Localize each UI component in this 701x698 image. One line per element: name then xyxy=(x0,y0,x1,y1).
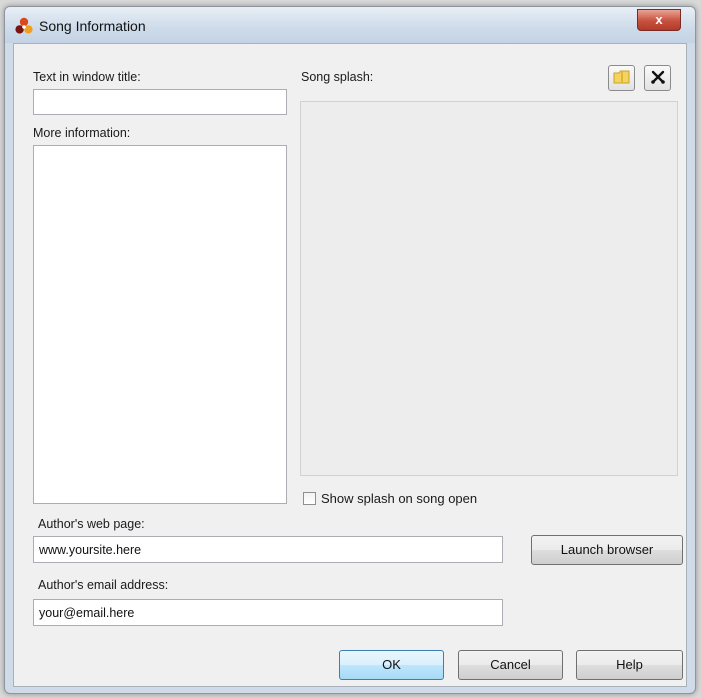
ok-button[interactable]: OK xyxy=(339,650,444,680)
help-button[interactable]: Help xyxy=(576,650,683,680)
browse-splash-button[interactable] xyxy=(608,65,635,91)
launch-browser-button[interactable]: Launch browser xyxy=(531,535,683,565)
author-web-page-label: Author's web page: xyxy=(38,517,145,531)
song-splash-preview[interactable] xyxy=(300,101,678,476)
more-information-label: More information: xyxy=(33,126,131,140)
window-title: Song Information xyxy=(39,18,146,34)
dialog-body: Text in window title: More information: … xyxy=(13,43,687,687)
folder-icon xyxy=(613,69,631,88)
window-title-text-label: Text in window title: xyxy=(33,70,141,84)
more-information-textarea[interactable] xyxy=(33,145,287,504)
author-email-label: Author's email address: xyxy=(38,578,169,592)
show-splash-label[interactable]: Show splash on song open xyxy=(321,491,477,506)
close-button[interactable]: x xyxy=(637,9,681,31)
show-splash-checkbox[interactable] xyxy=(303,492,316,505)
title-bar[interactable]: Song Information x xyxy=(5,7,695,43)
app-icon xyxy=(15,17,33,35)
clear-splash-button[interactable] xyxy=(644,65,671,91)
scissors-icon xyxy=(650,69,666,88)
song-information-dialog: Song Information x Text in window title:… xyxy=(4,6,696,694)
author-web-page-input[interactable] xyxy=(33,536,503,563)
song-splash-label: Song splash: xyxy=(301,70,374,84)
close-icon: x xyxy=(655,12,663,27)
author-email-input[interactable] xyxy=(33,599,503,626)
window-title-text-input[interactable] xyxy=(33,89,287,115)
cancel-button[interactable]: Cancel xyxy=(458,650,563,680)
